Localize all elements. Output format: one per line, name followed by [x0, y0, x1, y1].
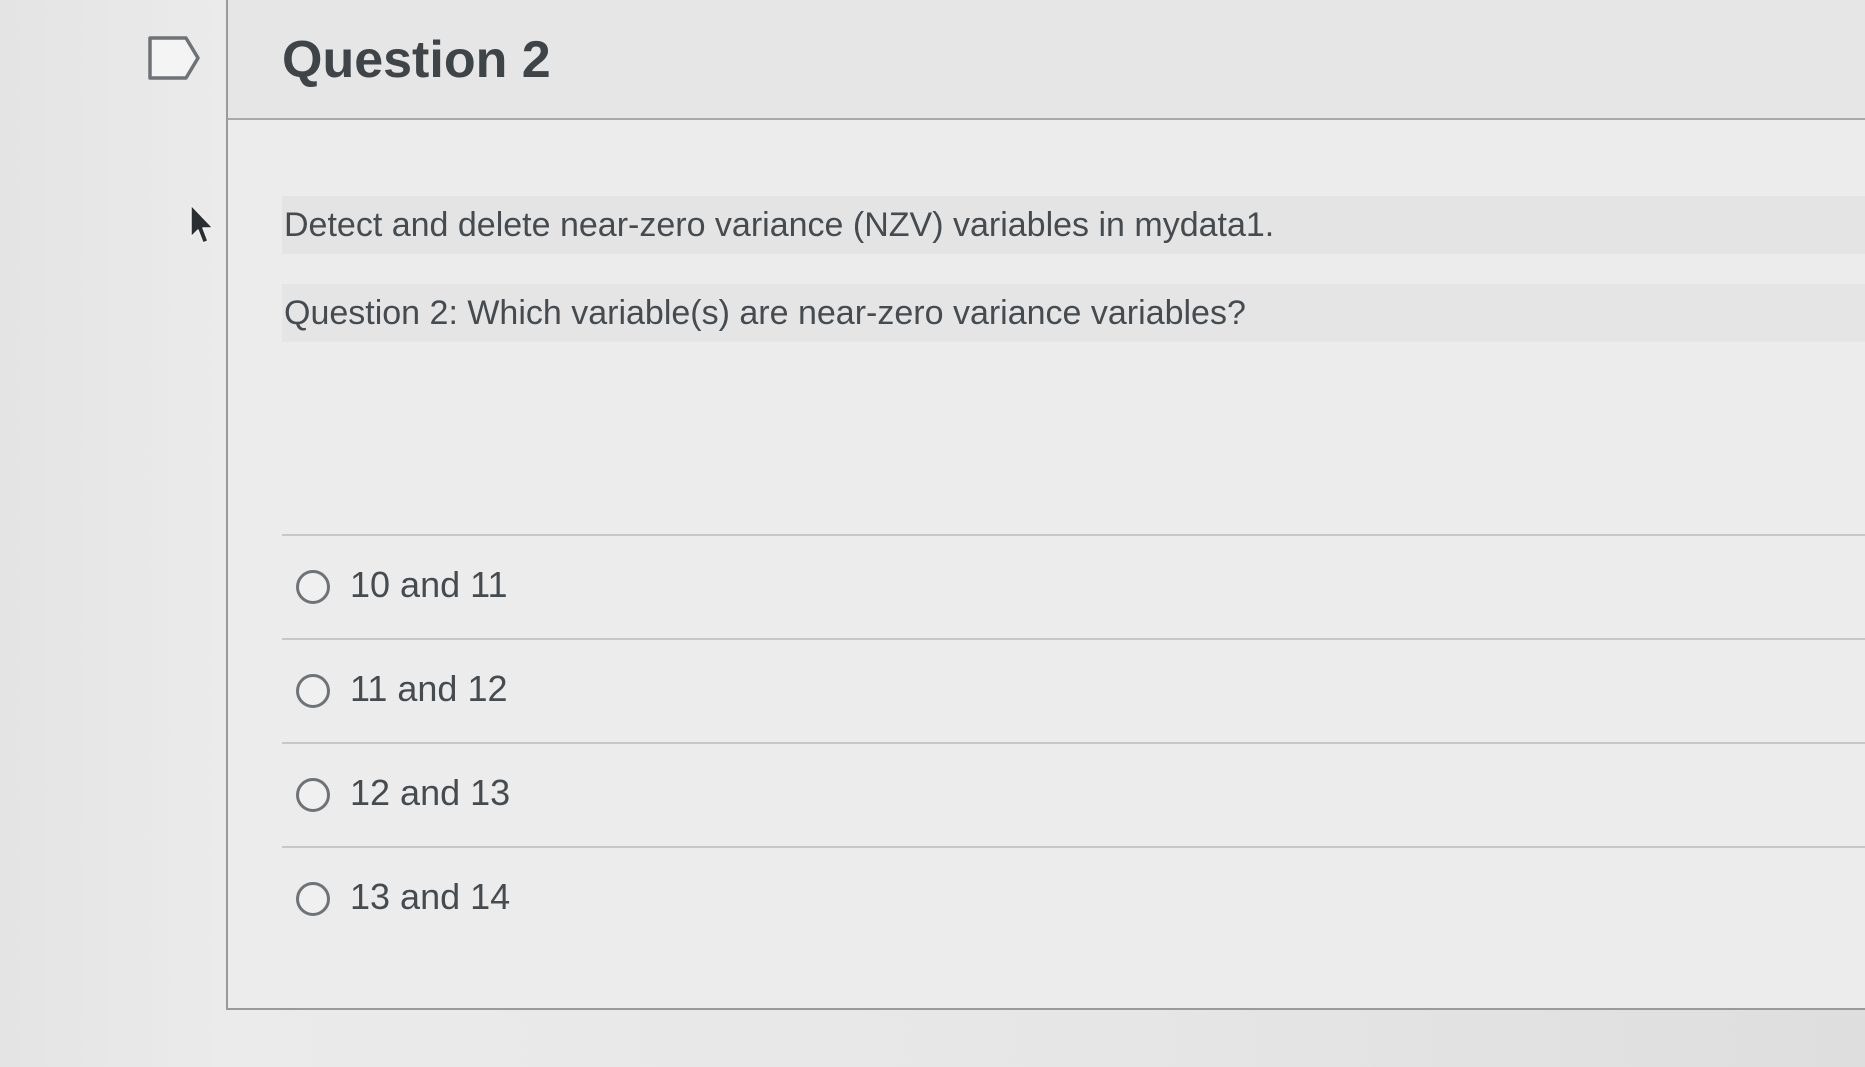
- radio-unchecked-icon[interactable]: [296, 570, 330, 604]
- question-prompt-line-2: Question 2: Which variable(s) are near-z…: [282, 284, 1865, 342]
- question-title: Question 2: [282, 31, 551, 89]
- answer-label[interactable]: 11 and 12: [350, 666, 507, 712]
- answer-option-4[interactable]: 13 and 14: [282, 846, 1865, 950]
- radio-unchecked-icon[interactable]: [296, 778, 330, 812]
- answer-option-1[interactable]: 10 and 11: [282, 534, 1865, 638]
- radio-unchecked-icon[interactable]: [296, 882, 330, 916]
- mouse-pointer-icon: [190, 204, 214, 244]
- answer-label[interactable]: 10 and 11: [350, 562, 507, 608]
- question-prompt-line-1: Detect and delete near-zero variance (NZ…: [282, 196, 1865, 254]
- answer-option-2[interactable]: 11 and 12: [282, 638, 1865, 742]
- answer-label[interactable]: 12 and 13: [350, 770, 510, 816]
- question-panel: Question 2 Detect and delete near-zero v…: [226, 0, 1865, 1010]
- answer-label[interactable]: 13 and 14: [350, 874, 510, 920]
- question-header: Question 2: [228, 0, 1865, 120]
- answer-option-3[interactable]: 12 and 13: [282, 742, 1865, 846]
- answer-options: 10 and 11 11 and 12 12 and 13 13 and 14: [282, 534, 1865, 950]
- flag-question-icon[interactable]: [146, 34, 202, 82]
- radio-unchecked-icon[interactable]: [296, 674, 330, 708]
